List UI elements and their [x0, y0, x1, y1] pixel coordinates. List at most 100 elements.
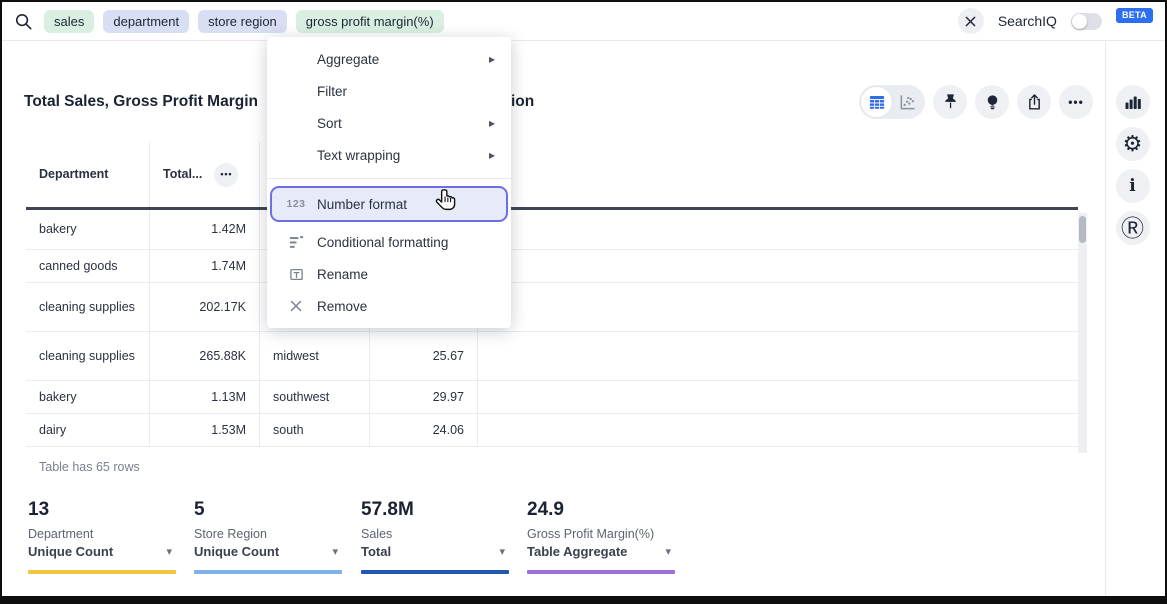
cell-total-sales: 1.13M — [150, 381, 260, 413]
cell-department: bakery — [26, 210, 150, 249]
menu-item-sort[interactable]: Sort ▸ — [267, 107, 511, 139]
chart-panel-button[interactable] — [1116, 85, 1150, 119]
lightbulb-icon — [984, 93, 1001, 112]
gear-icon: ⚙ — [1123, 133, 1143, 155]
table-row-count: Table has 65 rows — [39, 460, 140, 474]
menu-item-rename[interactable]: Rename — [267, 258, 511, 290]
info-button[interactable]: i — [1116, 169, 1150, 203]
aggregate-selector[interactable]: Total ▾ — [361, 544, 509, 559]
menu-item-label: Number format — [317, 197, 407, 212]
cell-store-region: midwest — [260, 332, 370, 380]
table-row: cleaning supplies 265.88K midwest 25.67 — [26, 332, 1078, 381]
right-sidebar: ⚙ i Ⓡ — [1105, 41, 1159, 596]
summary-value: 24.9 — [527, 499, 675, 521]
chevron-down-icon: ▾ — [332, 545, 338, 558]
cell-empty — [478, 283, 1078, 331]
results-table: Department Total... ••• bakery 1.42M can… — [26, 142, 1078, 447]
menu-item-remove[interactable]: Remove — [267, 290, 511, 322]
column-header-total-sales[interactable]: Total... ••• — [150, 142, 260, 207]
table-icon — [869, 94, 885, 110]
scatter-chart-icon — [899, 94, 916, 111]
mouse-cursor-hand — [433, 187, 460, 219]
menu-item-label: Rename — [317, 267, 368, 282]
searchiq-label: SearchIQ — [998, 13, 1057, 29]
close-search-button[interactable] — [958, 8, 984, 34]
summary-label: Sales — [361, 527, 509, 541]
cell-empty — [478, 332, 1078, 380]
table-row: bakery 1.13M southwest 29.97 — [26, 381, 1078, 414]
chart-view-button[interactable] — [892, 94, 923, 111]
number-format-icon: 123 — [285, 198, 307, 210]
conditional-formatting-icon — [285, 235, 307, 250]
menu-item-label: Filter — [317, 84, 347, 99]
summary-underline — [361, 570, 509, 574]
cell-store-region: southwest — [260, 381, 370, 413]
view-switcher — [859, 85, 925, 119]
summary-underline — [527, 570, 675, 574]
rename-icon — [285, 267, 307, 282]
table-row: cleaning supplies 202.17K — [26, 283, 1078, 332]
remove-icon — [285, 300, 307, 312]
cell-empty — [478, 381, 1078, 413]
menu-item-number-format[interactable]: 123 Number format — [272, 188, 506, 220]
beta-badge: BETA — [1116, 8, 1153, 23]
search-token-sales[interactable]: sales — [44, 10, 94, 33]
chevron-down-icon: ▾ — [166, 545, 172, 558]
table-row: canned goods 1.74M — [26, 250, 1078, 283]
menu-item-label: Sort — [317, 116, 342, 131]
submenu-arrow-icon: ▸ — [489, 148, 495, 162]
search-token-store-region[interactable]: store region — [198, 10, 287, 33]
r-analysis-button[interactable]: Ⓡ — [1116, 211, 1150, 245]
table-scrollbar-thumb[interactable] — [1079, 216, 1086, 243]
search-token-gross-profit-margin[interactable]: gross profit margin(%) — [296, 10, 444, 33]
aggregate-label: Total — [361, 544, 391, 559]
aggregate-selector[interactable]: Unique Count ▾ — [194, 544, 342, 559]
pin-icon — [942, 93, 959, 112]
info-icon: i — [1129, 176, 1135, 196]
search-token-department[interactable]: department — [103, 10, 189, 33]
summary-value: 13 — [28, 499, 176, 521]
cell-total-sales: 202.17K — [150, 283, 260, 331]
insights-button[interactable] — [975, 85, 1009, 119]
summary-card-gross-profit-margin: 24.9 Gross Profit Margin(%) Table Aggreg… — [527, 499, 675, 577]
ellipsis-icon: ••• — [220, 169, 232, 181]
menu-item-conditional-formatting[interactable]: Conditional formatting — [267, 226, 511, 258]
aggregate-selector[interactable]: Unique Count ▾ — [28, 544, 176, 559]
more-options-button[interactable]: ••• — [1059, 85, 1093, 119]
aggregate-selector[interactable]: Table Aggregate ▾ — [527, 544, 675, 559]
table-row: bakery 1.42M — [26, 210, 1078, 250]
summary-underline — [194, 570, 342, 574]
aggregate-label: Table Aggregate — [527, 544, 627, 559]
share-button[interactable] — [1017, 85, 1051, 119]
column-header-label: Total... — [163, 166, 202, 182]
app-window: sales department store region gross prof… — [0, 0, 1167, 604]
summary-label: Department — [28, 527, 176, 541]
table-row: dairy 1.53M south 24.06 — [26, 414, 1078, 447]
cell-margin: 24.06 — [370, 414, 478, 446]
submenu-arrow-icon: ▸ — [489, 52, 495, 66]
cell-margin: 25.67 — [370, 332, 478, 380]
column-header-department[interactable]: Department — [26, 142, 150, 207]
menu-item-number-format-highlight: 123 Number format — [270, 186, 508, 222]
answer-toolbar: ••• — [859, 85, 1093, 119]
column-menu-button[interactable]: ••• — [214, 163, 238, 187]
summary-value: 5 — [194, 499, 342, 521]
share-icon — [1026, 93, 1043, 111]
menu-item-label: Text wrapping — [317, 148, 400, 163]
menu-item-text-wrapping[interactable]: Text wrapping ▸ — [267, 139, 511, 171]
cell-department: bakery — [26, 381, 150, 413]
summary-label: Gross Profit Margin(%) — [527, 527, 675, 541]
settings-button[interactable]: ⚙ — [1116, 127, 1150, 161]
summary-card-sales: 57.8M Sales Total ▾ — [361, 499, 509, 577]
table-view-button[interactable] — [861, 87, 892, 117]
cell-margin: 29.97 — [370, 381, 478, 413]
summary-label: Store Region — [194, 527, 342, 541]
searchiq-toggle[interactable] — [1071, 13, 1102, 30]
summary-card-store-region: 5 Store Region Unique Count ▾ — [194, 499, 342, 577]
cell-total-sales: 1.53M — [150, 414, 260, 446]
menu-item-aggregate[interactable]: Aggregate ▸ — [267, 43, 511, 75]
cell-department: cleaning supplies — [26, 283, 150, 331]
pin-button[interactable] — [933, 85, 967, 119]
menu-item-filter[interactable]: Filter — [267, 75, 511, 107]
submenu-arrow-icon: ▸ — [489, 116, 495, 130]
